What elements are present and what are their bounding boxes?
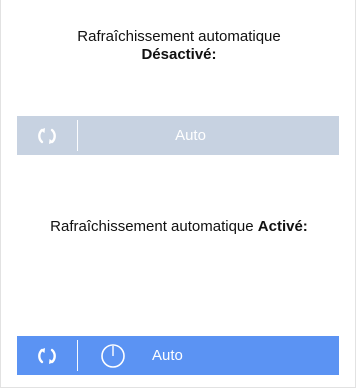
auto-refresh-bar-enabled: Auto (17, 336, 339, 375)
caption-enabled: Rafraîchissement automatique Activé: (10, 218, 348, 236)
caption-enabled-prefix: Rafraîchissement automatique (50, 218, 254, 235)
refresh-icon (38, 127, 56, 144)
auto-label-enabled[interactable]: Auto (152, 347, 183, 364)
timer-button[interactable] (78, 336, 148, 375)
refresh-button[interactable] (17, 336, 77, 375)
refresh-icon (38, 347, 56, 364)
caption-disabled: Rafraîchissement automatique Désactivé: (10, 28, 348, 64)
caption-enabled-state: Activé: (257, 218, 308, 235)
refresh-button[interactable] (17, 116, 77, 155)
auto-refresh-bar-disabled: Auto (17, 116, 339, 155)
caption-disabled-prefix: Rafraîchissement automatique (77, 28, 281, 45)
auto-label-disabled[interactable]: Auto (78, 127, 339, 144)
caption-disabled-state: Désactivé: (141, 46, 217, 63)
timer-icon (101, 343, 125, 368)
